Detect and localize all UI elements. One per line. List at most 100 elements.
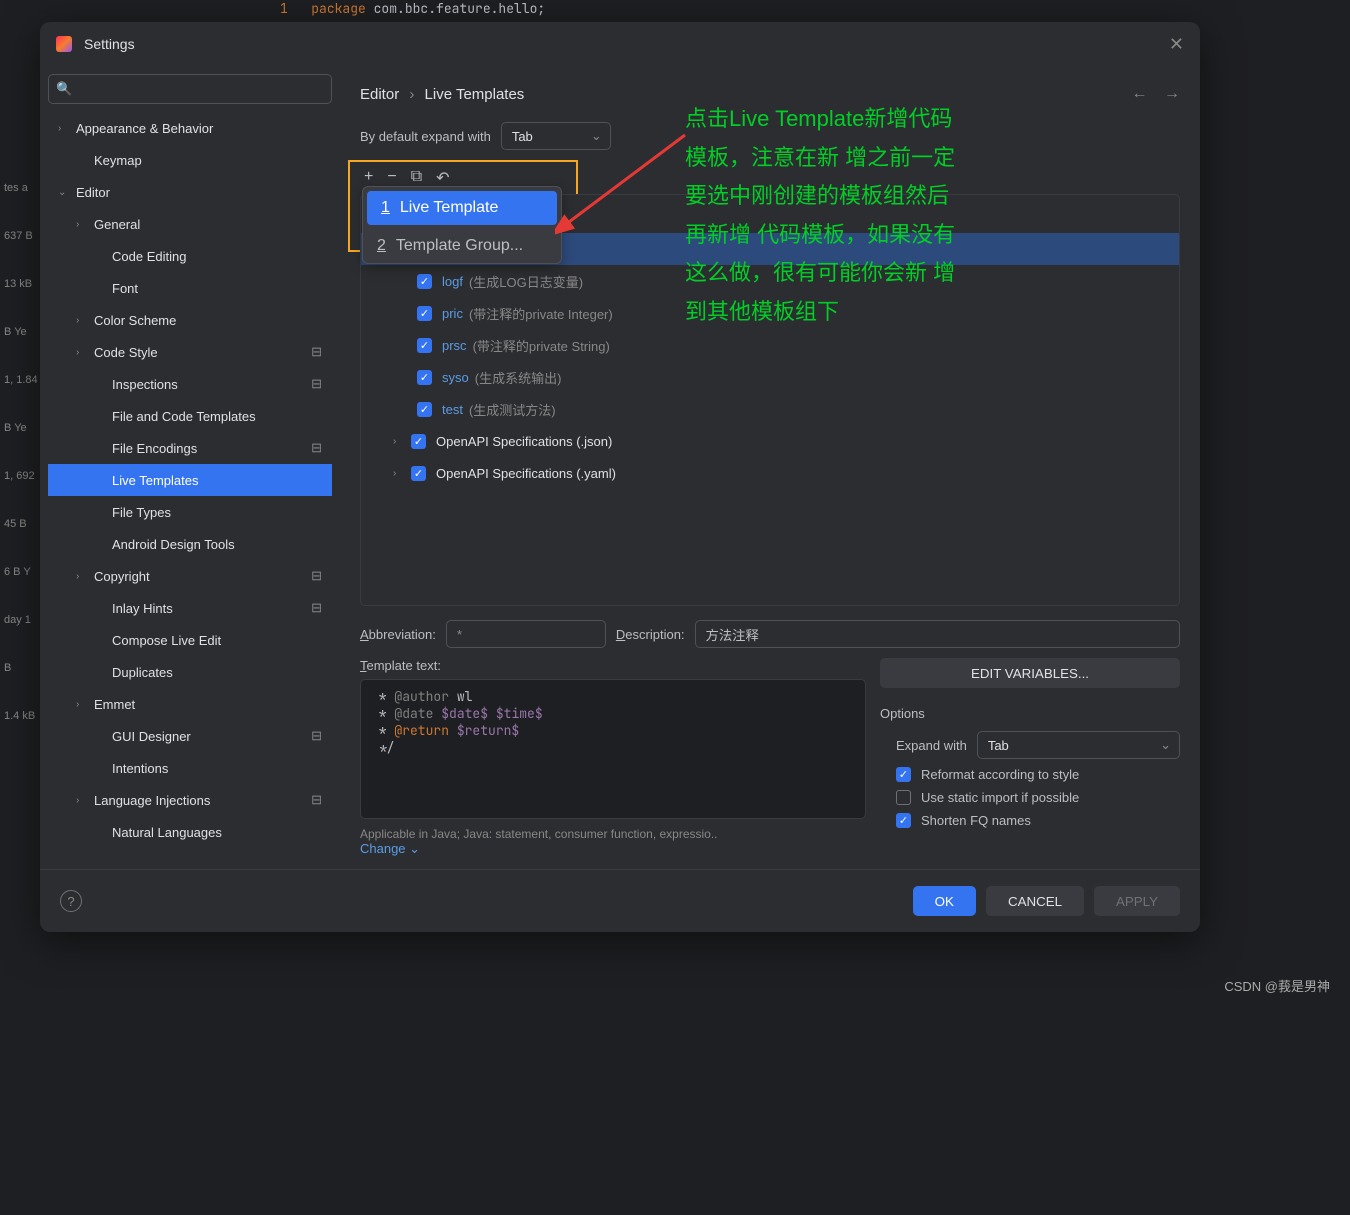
- options-title: Options: [880, 706, 1180, 721]
- template-text-area[interactable]: * @author wl * @date $date$ $time$ * @re…: [360, 679, 866, 819]
- templates-toolbar: + − ⧉ ↶ 1 Live Template 2 Template Group…: [360, 162, 1180, 194]
- chevron-icon: ›: [58, 123, 72, 134]
- sidebar-item-gui-designer[interactable]: GUI Designer⊟: [48, 720, 332, 752]
- cancel-button[interactable]: CANCEL: [986, 886, 1084, 916]
- expand-select[interactable]: Tab: [501, 122, 611, 150]
- help-icon[interactable]: ?: [60, 890, 82, 912]
- template-row[interactable]: ✓syso(生成系统输出): [361, 361, 1179, 393]
- chevron-icon[interactable]: ›: [393, 436, 405, 447]
- sidebar-item-file-types[interactable]: File Types: [48, 496, 332, 528]
- sidebar-item-code-style[interactable]: ›Code Style⊟: [48, 336, 332, 368]
- checkbox-icon[interactable]: ✓: [896, 767, 911, 782]
- chevron-icon: ›: [76, 699, 90, 710]
- background-sidebar: tes a637 B13 kBB Ye1, 1.84B Ye1, 69245 B…: [0, 180, 45, 1215]
- breadcrumb: Editor › Live Templates: [360, 86, 1120, 103]
- ij-icon: [56, 36, 72, 52]
- sidebar-item-intentions[interactable]: Intentions: [48, 752, 332, 784]
- ok-button[interactable]: OK: [913, 886, 976, 916]
- sidebar-item-color-scheme[interactable]: ›Color Scheme: [48, 304, 332, 336]
- nav-arrows: ← →: [1120, 85, 1180, 103]
- template-row[interactable]: ✓logf(生成LOG日志变量): [361, 265, 1179, 297]
- forward-icon[interactable]: →: [1164, 85, 1180, 102]
- apply-button[interactable]: APPLY: [1094, 886, 1180, 916]
- sidebar-item-android-design-tools[interactable]: Android Design Tools: [48, 528, 332, 560]
- code-text: com.bbc.feature.hello;: [366, 0, 545, 17]
- option-row[interactable]: Use static import if possible: [896, 790, 1180, 805]
- breadcrumb-part[interactable]: Editor: [360, 86, 399, 103]
- abbreviation-input[interactable]: [446, 620, 606, 648]
- sidebar-item-editor[interactable]: ⌄Editor: [48, 176, 332, 208]
- titlebar: Settings ✕: [40, 22, 1200, 66]
- checkbox-icon[interactable]: ✓: [417, 306, 432, 321]
- gear-icon: ⊟: [311, 440, 322, 456]
- description-label: Description:: [616, 627, 685, 642]
- template-row[interactable]: ✓pric(带注释的private Integer): [361, 297, 1179, 329]
- checkbox-icon[interactable]: ✓: [411, 434, 426, 449]
- remove-icon[interactable]: −: [387, 168, 396, 188]
- popup-template-group[interactable]: 2 Template Group...: [363, 229, 561, 263]
- undo-icon[interactable]: ↶: [436, 168, 449, 188]
- breadcrumb-part: Live Templates: [425, 86, 525, 103]
- option-row[interactable]: ✓Reformat according to style: [896, 767, 1180, 782]
- sidebar-item-live-templates[interactable]: Live Templates: [48, 464, 332, 496]
- sidebar-item-font[interactable]: Font: [48, 272, 332, 304]
- sidebar-item-file-encodings[interactable]: File Encodings⊟: [48, 432, 332, 464]
- checkbox-icon[interactable]: ✓: [417, 402, 432, 417]
- gear-icon: ⊟: [311, 600, 322, 616]
- checkbox-icon[interactable]: ✓: [411, 466, 426, 481]
- settings-tree[interactable]: ›Appearance & BehaviorKeymap⌄Editor›Gene…: [48, 112, 332, 861]
- chevron-icon[interactable]: ›: [393, 468, 405, 479]
- popup-live-template[interactable]: 1 Live Template: [367, 191, 557, 225]
- template-group-row[interactable]: ›✓OpenAPI Specifications (.json): [361, 425, 1179, 457]
- gear-icon: ⊟: [311, 376, 322, 392]
- sidebar-item-code-editing[interactable]: Code Editing: [48, 240, 332, 272]
- dialog-footer: ? OK CANCEL APPLY: [40, 869, 1200, 932]
- template-row[interactable]: ✓test(生成测试方法): [361, 393, 1179, 425]
- search-icon: 🔍: [56, 81, 72, 97]
- sidebar-item-compose-live-edit[interactable]: Compose Live Edit: [48, 624, 332, 656]
- search-container: 🔍: [48, 74, 332, 104]
- sidebar-item-general[interactable]: ›General: [48, 208, 332, 240]
- option-row[interactable]: ✓Shorten FQ names: [896, 813, 1180, 828]
- search-input[interactable]: [48, 74, 332, 104]
- sidebar-item-emmet[interactable]: ›Emmet: [48, 688, 332, 720]
- edit-variables-button[interactable]: EDIT VARIABLES...: [880, 658, 1180, 688]
- chevron-icon: ›: [76, 315, 90, 326]
- gear-icon: ⊟: [311, 728, 322, 744]
- add-popup: 1 Live Template 2 Template Group...: [362, 186, 562, 264]
- gear-icon: ⊟: [311, 344, 322, 360]
- description-input[interactable]: [695, 620, 1180, 648]
- add-icon[interactable]: +: [364, 168, 373, 188]
- sidebar-item-copyright[interactable]: ›Copyright⊟: [48, 560, 332, 592]
- checkbox-icon[interactable]: ✓: [417, 338, 432, 353]
- template-group-row[interactable]: ›✓OpenAPI Specifications (.yaml): [361, 457, 1179, 489]
- template-row[interactable]: ✓prsc(带注释的private String): [361, 329, 1179, 361]
- gear-icon: ⊟: [311, 568, 322, 584]
- dialog-title: Settings: [84, 36, 1169, 52]
- sidebar-item-language-injections[interactable]: ›Language Injections⊟: [48, 784, 332, 816]
- chevron-icon: ›: [76, 219, 90, 230]
- sidebar-item-inspections[interactable]: Inspections⊟: [48, 368, 332, 400]
- sidebar-item-natural-languages[interactable]: Natural Languages: [48, 816, 332, 848]
- expand-with-select[interactable]: Tab: [977, 731, 1180, 759]
- sidebar-item-inlay-hints[interactable]: Inlay Hints⊟: [48, 592, 332, 624]
- checkbox-icon[interactable]: ✓: [896, 813, 911, 828]
- checkbox-icon[interactable]: [896, 790, 911, 805]
- template-text-label: Template text:: [360, 658, 866, 673]
- change-link[interactable]: Change ⌄: [360, 841, 420, 856]
- expand-label: By default expand with: [360, 129, 491, 144]
- sidebar-item-keymap[interactable]: Keymap: [48, 144, 332, 176]
- background-editor: 1 package com.bbc.feature.hello;: [280, 0, 545, 17]
- copy-icon[interactable]: ⧉: [411, 168, 422, 188]
- checkbox-icon[interactable]: ✓: [417, 370, 432, 385]
- back-icon[interactable]: ←: [1132, 85, 1148, 102]
- applicable-text: Applicable in Java; Java: statement, con…: [360, 827, 866, 841]
- settings-sidebar: 🔍 ›Appearance & BehaviorKeymap⌄Editor›Ge…: [40, 66, 340, 869]
- chevron-icon: ›: [76, 347, 90, 358]
- sidebar-item-appearance-behavior[interactable]: ›Appearance & Behavior: [48, 112, 332, 144]
- checkbox-icon[interactable]: ✓: [417, 274, 432, 289]
- sidebar-item-duplicates[interactable]: Duplicates: [48, 656, 332, 688]
- chevron-icon: ›: [76, 795, 90, 806]
- close-icon[interactable]: ✕: [1169, 34, 1184, 55]
- sidebar-item-file-and-code-templates[interactable]: File and Code Templates: [48, 400, 332, 432]
